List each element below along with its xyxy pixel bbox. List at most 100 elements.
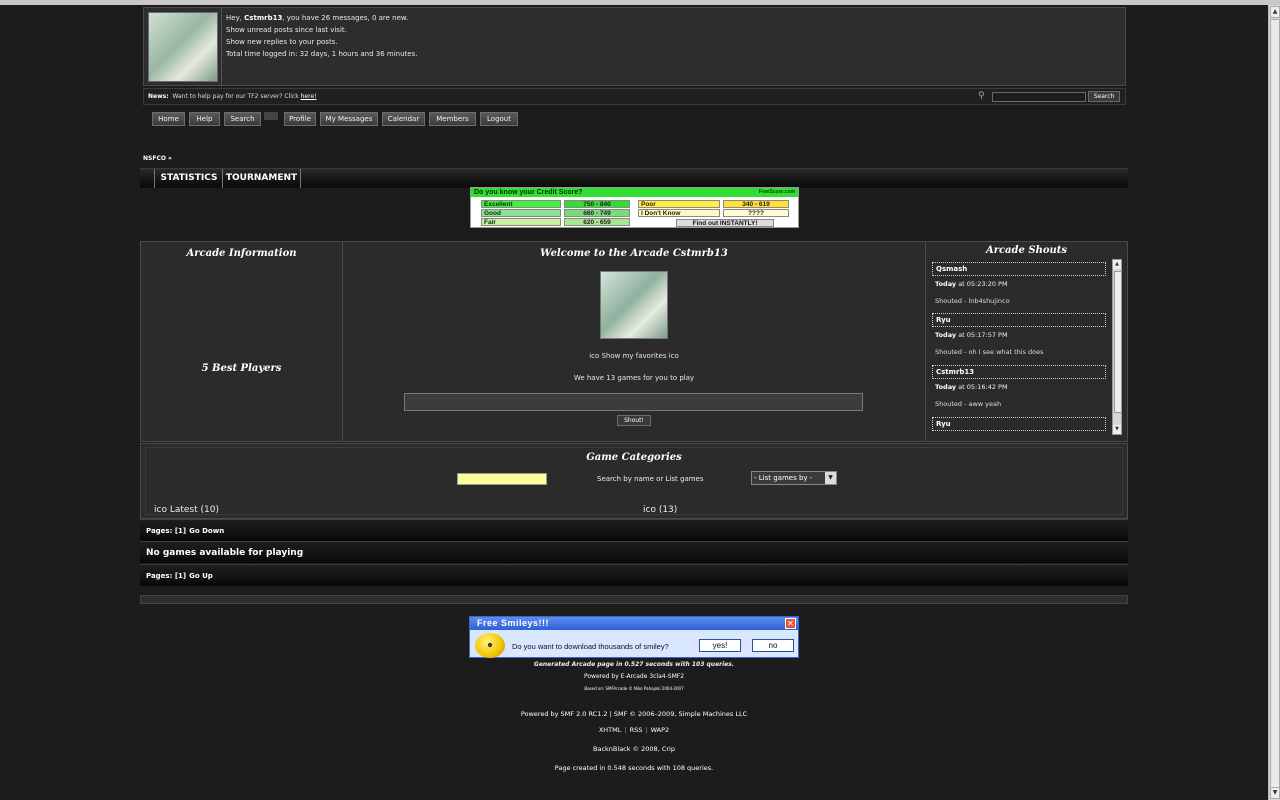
shout-author[interactable]: Ryu: [932, 313, 1106, 327]
based-on: Based on: SMFArcade © Niko Pahajoki 2004…: [584, 686, 684, 691]
game-search-input[interactable]: [457, 473, 547, 485]
new-replies-link[interactable]: Show new replies to your posts.: [226, 36, 417, 48]
ad-header: Do you know your Credit Score? FreeScore…: [471, 188, 798, 197]
search-by-name-text: Search by name or List games: [597, 475, 704, 483]
arcade-info-title: Arcade Information: [186, 248, 297, 259]
category-all[interactable]: ico (13): [643, 505, 677, 515]
category-latest[interactable]: ico Latest (10): [154, 505, 219, 515]
search-input[interactable]: [992, 92, 1086, 102]
chevron-down-icon[interactable]: ▼: [825, 472, 836, 484]
news-bar: News: Want to help pay for our TF2 serve…: [143, 88, 1126, 105]
unread-posts-link[interactable]: Show unread posts since last visit.: [226, 24, 417, 36]
menu-my-messages[interactable]: My Messages: [320, 112, 378, 126]
welcome-avatar: [600, 271, 668, 339]
shout-time: Today at 05:16:42 PM: [935, 383, 1008, 391]
ad-poor[interactable]: Poor: [638, 200, 720, 208]
user-info-lines: Hey, Cstmrb13, you have 26 messages, 0 a…: [226, 12, 417, 60]
shout-input[interactable]: [404, 393, 863, 411]
games-list-header: No games available for playing: [140, 541, 1128, 563]
shout-author[interactable]: Ryu: [932, 417, 1106, 431]
tab-statistics[interactable]: STATISTICS: [154, 169, 223, 188]
news-link[interactable]: here!: [301, 93, 317, 100]
browser-top-strip: [0, 0, 1280, 5]
ad-dont-know[interactable]: I Don't Know: [638, 209, 720, 217]
best-players-title: 5 Best Players: [201, 363, 282, 374]
menu-profile[interactable]: Profile: [284, 112, 316, 126]
shouts-list: Qsmash Today at 05:23:20 PM Shouted - ln…: [932, 260, 1108, 436]
categories-title: Game Categories: [586, 452, 682, 463]
ad-excellent[interactable]: Excellent: [481, 200, 561, 208]
magnifier-icon: ⚲: [978, 91, 985, 101]
scroll-up-arrow-icon[interactable]: ▲: [1270, 6, 1280, 18]
ad-fair-range: 620 - 659: [564, 218, 630, 226]
pagination-bottom: Pages: [1] Go Up: [140, 564, 1128, 586]
ad-fair[interactable]: Fair: [481, 218, 561, 226]
theme-credit: BacknBlack © 2008, Crip: [593, 745, 675, 753]
pagination-top: Pages: [1] Go Down: [140, 519, 1128, 541]
menu-logout[interactable]: Logout: [480, 112, 518, 126]
menu-calendar[interactable]: Calendar: [382, 112, 425, 126]
menu-home[interactable]: Home: [152, 112, 185, 126]
arcade-tab-bar: STATISTICS TOURNAMENT: [140, 168, 1128, 188]
menu-members[interactable]: Members: [429, 112, 476, 126]
breadcrumb[interactable]: NSFCO »: [143, 155, 172, 162]
scroll-down-arrow-icon[interactable]: ▼: [1270, 787, 1280, 799]
games-count: We have 13 games for you to play: [573, 374, 695, 382]
page-created: Page created in 0.548 seconds with 108 q…: [554, 764, 714, 772]
menu-help[interactable]: Help: [189, 112, 220, 126]
avatar[interactable]: [148, 12, 218, 82]
no-games-text: No games available for playing: [146, 548, 304, 558]
shout-author[interactable]: Cstmrb13: [932, 365, 1106, 379]
ad-question: Do you want to download thousands of smi…: [512, 642, 669, 651]
time-logged: Total time logged in: 32 days, 1 hours a…: [226, 50, 418, 58]
ad-yes-button[interactable]: yes!: [699, 639, 741, 652]
powered-smf[interactable]: Powered by SMF 2.0 RC1.2 | SMF © 2006–20…: [0, 710, 1268, 718]
ad-good[interactable]: Good: [481, 209, 561, 217]
powered-arcade[interactable]: Powered by E-Arcade 3cla4-SMF2: [0, 673, 1268, 680]
shout-time: Today at 05:23:20 PM: [935, 280, 1008, 288]
menu-search[interactable]: Search: [224, 112, 261, 126]
shouts-scroll-thumb[interactable]: [1114, 271, 1122, 413]
free-smileys-ad[interactable]: Free Smileys!!! ✕ ☻ Do you want to downl…: [469, 616, 799, 658]
go-down-link[interactable]: Go Down: [189, 527, 224, 535]
wap2-link[interactable]: WAP2: [651, 726, 670, 734]
greeting: Hey, Cstmrb13, you have 26 messages, 0 a…: [226, 14, 409, 22]
smiley-face-icon: ☻: [475, 633, 505, 658]
ad-title: Free Smileys!!!: [470, 617, 798, 630]
welcome-title: Welcome to the Arcade Cstmrb13: [540, 248, 728, 259]
list-games-select[interactable]: - List games by - ▼: [751, 471, 837, 485]
shouts-title: Arcade Shouts: [985, 245, 1068, 256]
close-icon[interactable]: ✕: [785, 618, 796, 629]
username[interactable]: Cstmrb13: [244, 14, 282, 22]
shout-message: Shouted - lnb4shujinco: [935, 297, 1010, 305]
ad-find-out-button[interactable]: Find out INSTANTLY!: [676, 219, 774, 227]
menu-spacer: [264, 112, 278, 120]
tab-tournament[interactable]: TOURNAMENT: [222, 169, 301, 188]
arcade-shouts-panel: Arcade Shouts Qsmash Today at 05:23:20 P…: [925, 241, 1128, 442]
ad-excellent-range: 750 - 840: [564, 200, 630, 208]
scroll-up-arrow-icon[interactable]: ▲: [1113, 260, 1121, 269]
game-categories-panel: Game Categories Search by name or List g…: [140, 443, 1128, 519]
shout-author[interactable]: Qsmash: [932, 262, 1106, 276]
favorites-link[interactable]: ico Show my favorites ico: [343, 352, 925, 360]
ad-no-button[interactable]: no: [752, 639, 794, 652]
footer-links: XHTML | RSS | WAP2: [598, 726, 670, 734]
shouts-scrollbar[interactable]: ▲ ▼: [1112, 259, 1122, 435]
welcome-panel: Welcome to the Arcade Cstmrb13 ico Show …: [342, 241, 926, 442]
page-numbers[interactable]: Pages: [1]: [146, 572, 186, 580]
page-numbers[interactable]: Pages: [1]: [146, 527, 186, 535]
go-up-link[interactable]: Go Up: [189, 572, 213, 580]
generated-text: Generated Arcade page in 0.527 seconds w…: [533, 661, 735, 668]
scrollbar-thumb[interactable]: [1270, 19, 1280, 796]
credit-score-ad[interactable]: Do you know your Credit Score? FreeScore…: [470, 187, 799, 228]
page-scrollbar[interactable]: ▲ ▼: [1268, 5, 1280, 800]
shout-time: Today at 05:17:57 PM: [935, 331, 1008, 339]
ad-poor-range: 340 - 619: [723, 200, 789, 208]
search-button[interactable]: Search: [1088, 91, 1120, 102]
categories-inner: Game Categories Search by name or List g…: [145, 447, 1123, 515]
shout-button[interactable]: Shout!: [617, 415, 651, 426]
section-end-bar: [140, 595, 1128, 604]
xhtml-link[interactable]: XHTML: [599, 726, 622, 734]
scroll-down-arrow-icon[interactable]: ▼: [1113, 425, 1121, 434]
rss-link[interactable]: RSS: [630, 726, 643, 734]
